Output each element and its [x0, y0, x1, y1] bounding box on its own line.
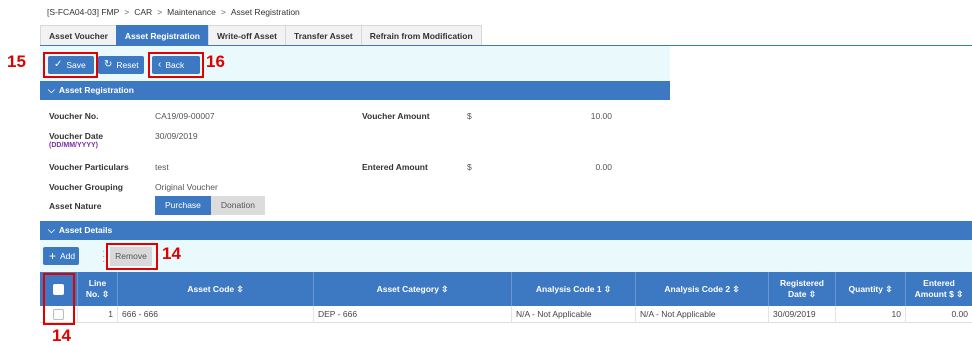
- cell-analysis-code-1: N/A - Not Applicable: [512, 306, 636, 323]
- chevron-down-icon: ⌵: [48, 85, 55, 95]
- reset-button[interactable]: ↻ Reset: [98, 56, 144, 74]
- voucher-date-label: Voucher Date: [49, 131, 104, 141]
- entered-amount-value: 0.00: [595, 162, 612, 172]
- cell-asset-category: DEP - 666: [314, 306, 512, 323]
- breadcrumb-separator: >: [157, 7, 163, 17]
- cell-analysis-code-2: N/A - Not Applicable: [636, 306, 769, 323]
- breadcrumb-item[interactable]: CAR: [134, 7, 152, 17]
- callout-box-checkbox: [43, 273, 75, 325]
- cell-entered-amount: 0.00: [951, 309, 968, 319]
- callout-box-back: [148, 52, 204, 78]
- voucher-date-format: (DD/MM/YYYY): [49, 142, 98, 149]
- add-button[interactable]: + Add: [43, 247, 79, 265]
- asset-registration-form: Voucher No. CA19/09-00007 Voucher Date (…: [40, 100, 670, 221]
- asset-details-title: Asset Details: [58, 225, 113, 235]
- voucher-particulars-label: Voucher Particulars: [49, 162, 129, 172]
- voucher-no-label: Voucher No.: [49, 111, 99, 121]
- voucher-no-value: CA19/09-00007: [155, 111, 215, 121]
- asset-nature-toggle: Purchase Donation: [155, 196, 265, 215]
- tab-transfer-asset[interactable]: Transfer Asset: [284, 25, 361, 46]
- tab-write-off-asset[interactable]: Write-off Asset: [208, 25, 285, 46]
- cell-asset-code: 666 - 666: [118, 306, 314, 323]
- header-quantity[interactable]: Quantity ⇳: [836, 272, 906, 306]
- breadcrumb-separator: >: [124, 7, 130, 17]
- header-asset-code[interactable]: Asset Code ⇳: [118, 272, 314, 306]
- callout-number-15: 15: [7, 52, 26, 71]
- callout-number-14-checkbox: 14: [52, 326, 71, 345]
- breadcrumb-separator: >: [220, 7, 226, 17]
- voucher-particulars-value: test: [155, 162, 169, 172]
- header-analysis-code-2[interactable]: Analysis Code 2 ⇳: [636, 272, 769, 306]
- asset-nature-label: Asset Nature: [49, 201, 102, 211]
- entered-amount-label: Entered Amount: [362, 162, 428, 172]
- table-header: Line No. ⇳ Asset Code ⇳ Asset Category ⇳ …: [40, 272, 972, 306]
- breadcrumb-item-current: Asset Registration: [230, 7, 300, 17]
- table-row[interactable]: 1 666 - 666 DEP - 666 N/A - Not Applicab…: [40, 306, 972, 323]
- header-line-no[interactable]: Line No. ⇳: [78, 272, 118, 306]
- plus-icon: +: [49, 249, 57, 263]
- callout-box-save: [43, 52, 98, 78]
- reset-label: Reset: [116, 60, 139, 70]
- voucher-amount-label: Voucher Amount: [362, 111, 430, 121]
- voucher-grouping-value: Original Voucher: [155, 182, 218, 192]
- header-analysis-code-1[interactable]: Analysis Code 1 ⇳: [512, 272, 636, 306]
- tab-bar: Asset Voucher Asset Registration Write-o…: [40, 25, 482, 46]
- cell-quantity: 10: [836, 306, 906, 323]
- callout-number-16: 16: [206, 52, 225, 71]
- header-registered-date[interactable]: Registered Date ⇳: [769, 272, 836, 306]
- breadcrumb-item[interactable]: Maintenance: [167, 7, 216, 17]
- cell-line-no: 1: [78, 306, 118, 323]
- asset-registration-header[interactable]: ⌵ Asset Registration: [40, 81, 670, 100]
- asset-nature-donation[interactable]: Donation: [210, 196, 265, 215]
- voucher-grouping-label: Voucher Grouping: [49, 182, 123, 192]
- tab-asset-registration[interactable]: Asset Registration: [115, 25, 208, 46]
- add-label: Add: [60, 251, 76, 261]
- voucher-amount-currency: $: [467, 111, 472, 121]
- action-toolbar: ✓ Save ↻ Reset ‹ Back: [40, 46, 670, 81]
- tab-asset-voucher[interactable]: Asset Voucher: [40, 25, 116, 46]
- breadcrumb-item[interactable]: [S-FCA04-03] FMP: [47, 7, 119, 17]
- asset-details-header[interactable]: ⌵ Asset Details: [40, 221, 972, 240]
- separator-dots-icon: · · ·: [102, 246, 106, 267]
- callout-box-remove: [106, 243, 158, 270]
- header-asset-category[interactable]: Asset Category ⇳: [314, 272, 512, 306]
- voucher-date-value: 30/09/2019: [155, 131, 198, 141]
- asset-registration-title: Asset Registration: [58, 85, 134, 95]
- callout-number-14-remove: 14: [162, 244, 181, 263]
- voucher-amount-value: 10.00: [590, 111, 612, 121]
- chevron-down-icon: ⌵: [48, 225, 55, 235]
- header-entered-amount[interactable]: Entered Amount $ ⇳: [906, 272, 972, 306]
- asset-nature-purchase[interactable]: Purchase: [155, 196, 211, 215]
- tab-refrain-from-modification[interactable]: Refrain from Modification: [360, 25, 482, 46]
- cell-registered-date: 30/09/2019: [769, 306, 836, 323]
- breadcrumb: [S-FCA04-03] FMP > CAR > Maintenance > Asset R…: [47, 7, 300, 17]
- refresh-icon: ↻: [104, 59, 113, 70]
- entered-amount-currency: $: [467, 162, 472, 172]
